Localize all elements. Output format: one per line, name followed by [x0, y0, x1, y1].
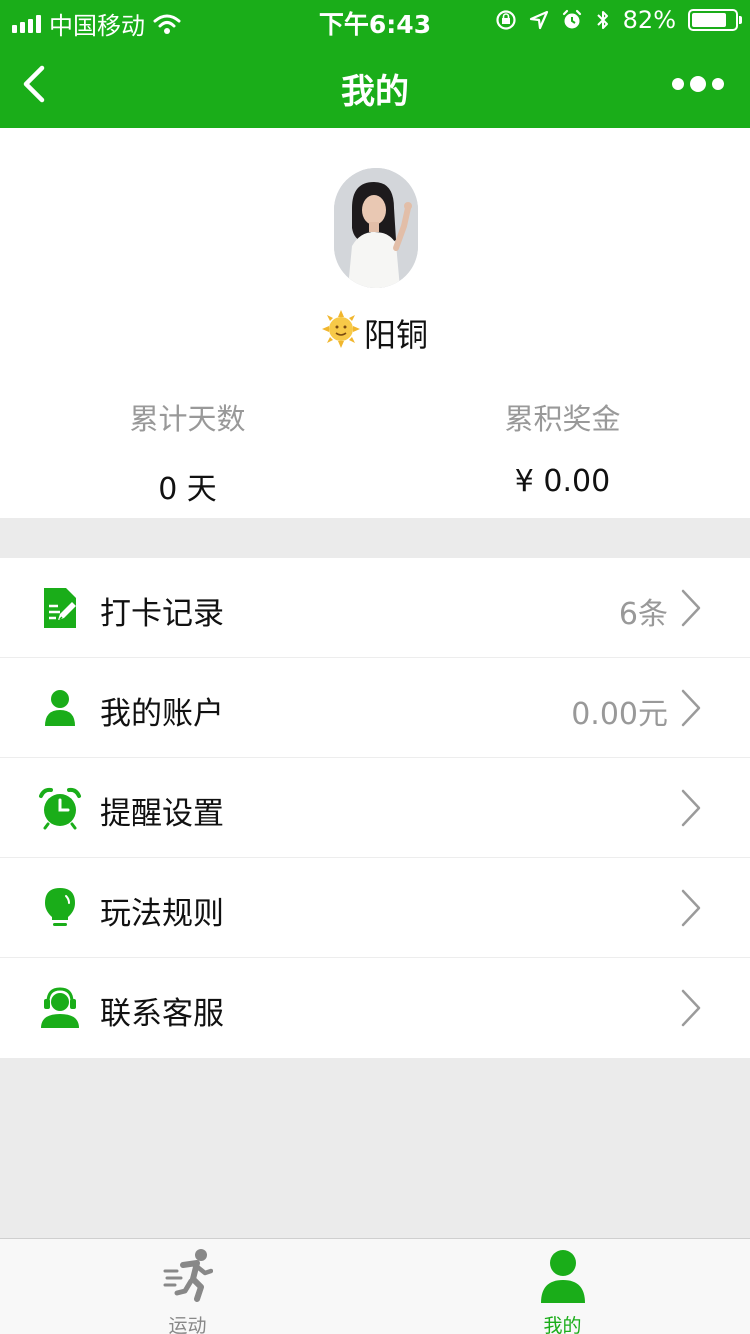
menu-item-game-rules[interactable]: 玩法规则	[0, 858, 750, 958]
menu-item-reminder-settings[interactable]: 提醒设置	[0, 758, 750, 858]
tab-label: 运动	[168, 1315, 207, 1334]
alarm-clock-icon	[39, 787, 81, 830]
menu-list: 打卡记录 6条 我的账户 0.00元 提醒设置 玩法规则 联系客服	[0, 558, 750, 1058]
page-title: 我的	[341, 72, 409, 112]
battery-icon	[688, 9, 742, 31]
menu-item-checkin-record[interactable]: 打卡记录 6条	[0, 558, 750, 658]
menu-label: 玩法规则	[100, 896, 224, 932]
more-dot	[712, 78, 724, 90]
chevron-right-icon	[681, 989, 701, 1027]
location-icon	[529, 10, 548, 30]
avatar[interactable]	[334, 168, 418, 288]
status-bar: 中国移动 下午6:43 82%	[0, 0, 750, 40]
more-dot	[672, 78, 684, 90]
tab-sport[interactable]: 运动	[0, 1239, 375, 1334]
avatar-image	[334, 168, 418, 288]
sun-face-icon	[321, 310, 360, 348]
menu-item-my-account[interactable]: 我的账户 0.00元	[0, 658, 750, 758]
user-name: 阳铜	[363, 316, 428, 354]
chevron-right-icon	[681, 589, 701, 627]
status-right: 82%	[495, 6, 742, 34]
checkin-record-icon	[44, 588, 76, 628]
profile-section: 阳铜 累计天数 0 天 累积奖金 ¥ 0.00	[0, 128, 750, 518]
bluetooth-icon	[596, 11, 608, 29]
menu-value: 6条	[618, 597, 668, 632]
customer-service-icon	[41, 987, 79, 1028]
user-account-icon	[45, 690, 75, 726]
menu-value: 0.00元	[571, 697, 668, 732]
chevron-right-icon	[681, 689, 701, 727]
menu-label: 我的账户	[100, 696, 224, 732]
chevron-right-icon	[681, 789, 701, 827]
lightbulb-icon	[45, 888, 75, 926]
menu-label: 打卡记录	[100, 596, 224, 632]
sun-emoji	[321, 310, 360, 356]
stat-label: 累计天数	[129, 402, 246, 436]
stat-total-bonus: 累积奖金 ¥ 0.00	[375, 396, 750, 499]
user-icon	[541, 1250, 585, 1303]
tab-bar: 运动 我的	[0, 1238, 750, 1334]
rotation-lock-icon	[496, 10, 516, 30]
chevron-right-icon	[681, 889, 701, 927]
alarm-icon	[562, 9, 581, 29]
stat-total-days: 累计天数 0 天	[0, 396, 375, 508]
tab-mine[interactable]: 我的	[375, 1239, 750, 1334]
menu-item-customer-service[interactable]: 联系客服	[0, 958, 750, 1058]
running-icon	[163, 1249, 213, 1302]
stat-label: 累积奖金	[504, 402, 621, 436]
stat-value: 0 天	[158, 472, 217, 507]
stat-value: ¥ 0.00	[514, 464, 611, 499]
top-bar: 中国移动 下午6:43 82% 我的	[0, 0, 750, 128]
more-button[interactable]	[672, 72, 724, 96]
user-name-row: 阳铜	[0, 310, 750, 356]
menu-label: 联系客服	[100, 996, 224, 1032]
tab-label: 我的	[543, 1315, 582, 1334]
more-dot	[690, 76, 706, 92]
battery-percent: 82%	[622, 6, 676, 34]
menu-label: 提醒设置	[100, 796, 224, 832]
